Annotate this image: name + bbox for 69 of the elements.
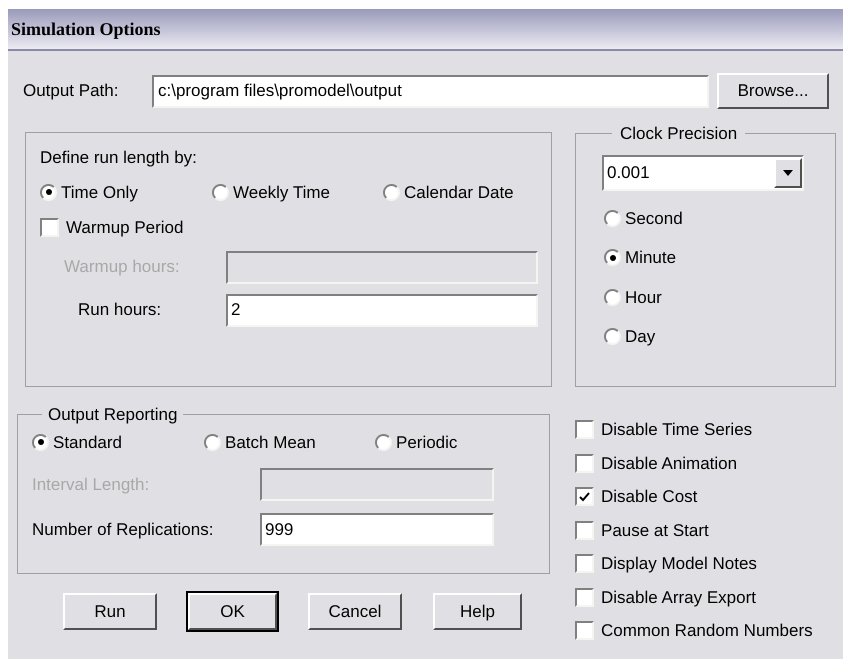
dropdown-arrow-button[interactable]	[774, 158, 802, 188]
group-title: Clock Precision	[619, 123, 738, 145]
checkbox-label: Common Random Numbers	[601, 620, 813, 642]
checkbox-row[interactable]: Disable Array Export	[575, 584, 813, 610]
field-label: Output Path:	[23, 80, 120, 102]
radio-button[interactable]: Weekly Time	[212, 180, 383, 205]
checkbox-label: Disable Cost	[601, 486, 698, 508]
radio-label: Batch Mean	[225, 432, 316, 454]
radio-button[interactable]: Batch Mean	[204, 430, 375, 455]
checkbox-row[interactable]: Disable Time Series	[575, 417, 813, 442]
checkbox-label: Pause at Start	[601, 520, 709, 542]
radio-label: Periodic	[396, 432, 458, 454]
dialog-button[interactable]: Run	[63, 593, 157, 630]
checkbox[interactable]	[575, 420, 594, 440]
input-field[interactable]: 2	[226, 294, 538, 326]
radio-button[interactable]: Minute	[604, 245, 827, 270]
checkbox-label: Warmup Period	[66, 217, 184, 239]
dropdown-value: 0.001	[607, 162, 651, 184]
checkbox-label: Disable Array Export	[601, 586, 756, 608]
checkbox-row[interactable]: Disable Animation	[575, 450, 813, 476]
checkbox-row[interactable]: Pause at Start	[575, 518, 813, 543]
radio-button[interactable]: Calendar Date	[383, 180, 514, 205]
checkbox[interactable]	[575, 588, 594, 607]
radio-label: Time Only	[61, 182, 138, 204]
output-path-field[interactable]: c:\program files\promodel\output	[152, 74, 709, 108]
checkbox[interactable]	[575, 454, 594, 473]
window-title: Simulation Options	[11, 18, 161, 41]
checkbox[interactable]	[575, 487, 594, 506]
field-value: c:\program files\promodel\output	[158, 80, 402, 102]
checkmark-icon	[579, 492, 590, 502]
dialog-button[interactable]: Help	[433, 593, 522, 630]
checkbox[interactable]	[575, 520, 594, 540]
checkbox-row[interactable]: Warmup Period	[40, 215, 551, 240]
group-title: Output Reporting	[47, 404, 178, 426]
checkbox[interactable]	[575, 621, 594, 640]
precision-dropdown[interactable]: 0.001	[602, 154, 804, 190]
radio-button[interactable]: Hour	[604, 284, 827, 310]
radio-label: Day	[625, 326, 656, 348]
input-field[interactable]: 999	[260, 513, 494, 546]
checkbox[interactable]	[40, 218, 59, 238]
field-label: Warmup hours:	[64, 256, 181, 278]
radio-label: Second	[625, 208, 683, 230]
checkbox-row[interactable]: Display Model Notes	[575, 551, 813, 576]
field-value: 999	[265, 518, 294, 541]
browse-button[interactable]: Browse...	[717, 73, 829, 109]
radio-button[interactable]: Periodic	[375, 430, 458, 455]
radio-button[interactable]: Second	[604, 206, 827, 231]
field-label: Run hours:	[77, 299, 162, 322]
dialog-button[interactable]: OK	[188, 593, 277, 630]
field-label: Interval Length:	[32, 474, 150, 496]
field-label: Number of Replications:	[32, 518, 214, 541]
checkbox-label: Display Model Notes	[601, 553, 757, 575]
radio-button[interactable]: Standard	[32, 430, 204, 455]
checkbox-label: Disable Animation	[601, 452, 738, 474]
radio-button[interactable]: Time Only	[40, 180, 212, 205]
radio-label: Minute	[625, 247, 676, 269]
checkbox[interactable]	[575, 554, 594, 574]
radio-label: Weekly Time	[233, 182, 330, 204]
checkbox-label: Disable Time Series	[601, 419, 752, 441]
checkbox-row[interactable]: Common Random Numbers	[575, 618, 813, 644]
field-value: 2	[231, 299, 240, 322]
dialog-button[interactable]: Cancel	[308, 593, 402, 630]
section-label: Define run length by:	[40, 147, 198, 169]
caret-icon	[783, 170, 793, 176]
radio-label: Calendar Date	[404, 182, 514, 204]
radio-button[interactable]: Day	[604, 324, 827, 350]
radio-label: Hour	[625, 286, 662, 308]
radio-label: Standard	[53, 432, 122, 454]
checkbox-row[interactable]: Disable Cost	[575, 484, 813, 510]
